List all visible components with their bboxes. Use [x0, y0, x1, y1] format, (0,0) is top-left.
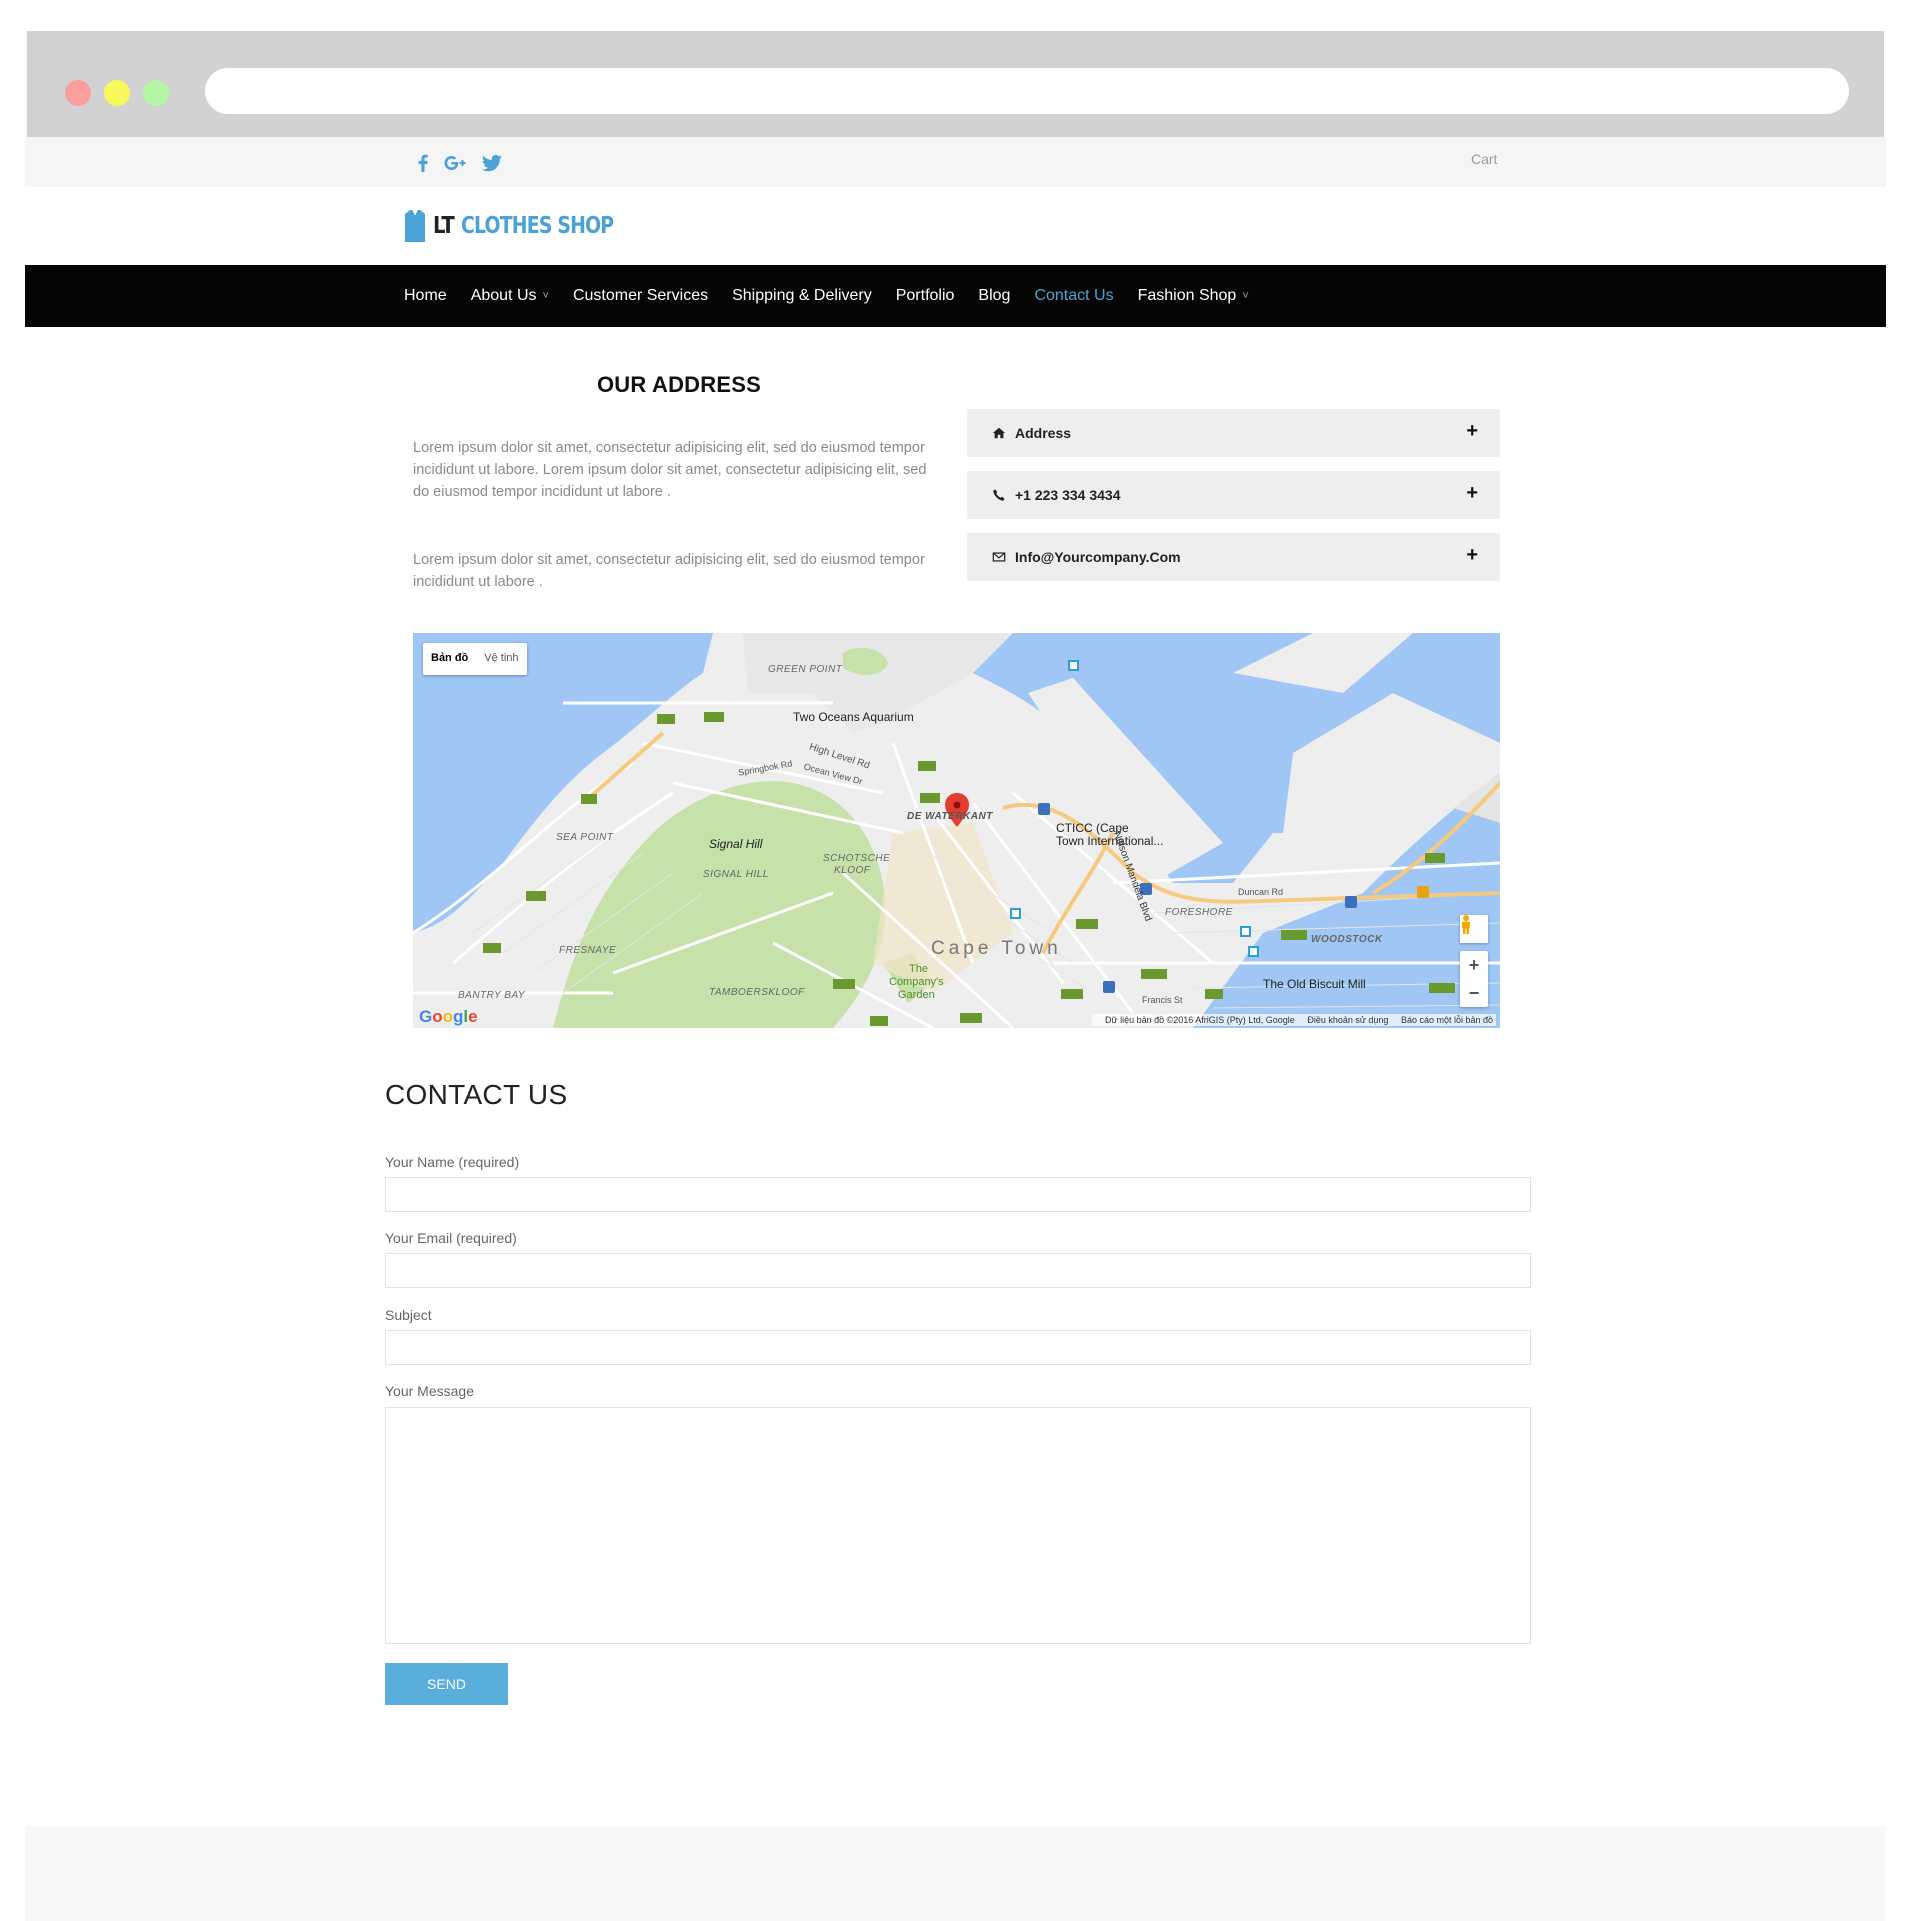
- map-zoom-control: + −: [1460, 951, 1488, 1007]
- nav-item-label: Portfolio: [895, 287, 955, 304]
- map-label: Company's: [889, 976, 944, 988]
- map-label: The: [909, 963, 928, 975]
- street-view-pegman-icon[interactable]: [1460, 915, 1488, 943]
- map-label: Signal Hill: [709, 837, 763, 851]
- message-label: Your Message: [385, 1383, 474, 1399]
- map-label: Garden: [898, 989, 935, 1001]
- chevron-down-icon: ˅: [542, 290, 549, 302]
- map-label: SIGNAL HILL: [703, 869, 769, 880]
- nav-item-label: Customer Services: [572, 287, 709, 304]
- map-label: WOODSTOCK: [1311, 934, 1383, 945]
- google-plus-icon[interactable]: [443, 151, 467, 175]
- nav-item-label: Shipping & Delivery: [732, 287, 872, 304]
- message-textarea[interactable]: [385, 1407, 1531, 1644]
- map-type-toggle: Bản đồ Vệ tinh: [423, 643, 527, 675]
- chevron-down-icon: ˅: [1242, 290, 1249, 302]
- site-logo[interactable]: LT CLOTHES SHOP: [403, 208, 646, 244]
- top-bar: Cart: [25, 137, 1886, 187]
- nav-item-label: About Us: [470, 287, 537, 304]
- map-label: FRESNAYE: [559, 945, 617, 956]
- email-label: Your Email (required): [385, 1230, 517, 1246]
- accordion-label: Address: [1015, 425, 1072, 441]
- main-nav: Home About Us ˅ Customer Services Shipping &…: [25, 265, 1886, 327]
- email-input[interactable]: [385, 1253, 1531, 1288]
- zoom-out-button[interactable]: −: [1460, 979, 1488, 1007]
- shirt-logo-icon: [405, 209, 425, 242]
- nav-item-shipping-delivery[interactable]: Shipping & Delivery: [732, 287, 872, 305]
- address-paragraph-2: Lorem ipsum dolor sit amet, consectetur …: [413, 552, 925, 590]
- map-label: KLOOF: [834, 865, 871, 876]
- address-title: OUR ADDRESS: [597, 372, 761, 397]
- nav-item-about-us[interactable]: About Us ˅: [471, 287, 549, 305]
- home-icon: [991, 425, 1007, 441]
- nav-item-blog[interactable]: Blog: [978, 287, 1010, 305]
- map-label: DE WATERKANT: [907, 811, 993, 822]
- map-type-map-button[interactable]: Bản đồ: [423, 643, 476, 675]
- google-logo[interactable]: Google: [419, 1007, 478, 1027]
- nav-item-customer-services[interactable]: Customer Services: [573, 287, 708, 305]
- zoom-in-button[interactable]: +: [1460, 951, 1488, 979]
- accordion-label: Info@Yourcompany.Com: [1015, 549, 1181, 565]
- map-label: Cape Town: [931, 938, 1062, 959]
- map-credits: Dữ liệu bản đồ ©2016 AfriGIS (Pty) Ltd, …: [1092, 1014, 1496, 1026]
- map-report-link[interactable]: Báo cáo một lỗi bản đồ: [1401, 1015, 1493, 1025]
- map-label: Two Oceans Aquarium: [793, 710, 914, 724]
- map-type-satellite-button[interactable]: Vệ tinh: [476, 643, 526, 675]
- accordion-label: +1 223 334 3434: [1015, 487, 1121, 503]
- name-input[interactable]: [385, 1177, 1531, 1212]
- map-label: Francis St: [1142, 995, 1183, 1005]
- accordion-email[interactable]: Info@Yourcompany.Com +: [967, 533, 1500, 581]
- logo-prefix: LT: [433, 213, 455, 239]
- address-paragraph-1: Lorem ipsum dolor sit amet, consectetur …: [413, 440, 927, 500]
- map-label: Duncan Rd: [1238, 887, 1284, 897]
- facebook-icon[interactable]: [411, 151, 435, 175]
- envelope-icon: [991, 549, 1007, 565]
- window-minimize-button[interactable]: [104, 80, 130, 106]
- send-button[interactable]: SEND: [385, 1663, 508, 1705]
- nav-item-label: Fashion Shop: [1137, 287, 1237, 304]
- map-label: TAMBOERSKLOOF: [709, 987, 805, 998]
- window-maximize-button[interactable]: [143, 80, 169, 106]
- map-label: BANTRY BAY: [458, 990, 526, 1001]
- nav-item-home[interactable]: Home: [404, 287, 447, 305]
- phone-icon: [991, 487, 1007, 503]
- accordion-phone[interactable]: +1 223 334 3434 +: [967, 471, 1500, 519]
- nav-list: Home About Us ˅ Customer Services Shipping &…: [404, 265, 1273, 327]
- logo-name: CLOTHES SHOP: [460, 213, 614, 239]
- contact-title: CONTACT US: [385, 1079, 568, 1110]
- nav-item-contact-us[interactable]: Contact Us: [1034, 287, 1113, 305]
- name-label: Your Name (required): [385, 1154, 520, 1170]
- map-terms-link[interactable]: Điều khoản sử dụng: [1307, 1015, 1388, 1025]
- nav-item-portfolio[interactable]: Portfolio: [896, 287, 955, 305]
- subject-label: Subject: [385, 1307, 432, 1323]
- map-label: SEA POINT: [556, 832, 614, 843]
- map-data-credit: Dữ liệu bản đồ ©2016 AfriGIS (Pty) Ltd, …: [1105, 1015, 1295, 1025]
- nav-item-fashion-shop[interactable]: Fashion Shop ˅: [1138, 287, 1249, 305]
- nav-item-label: Contact Us: [1034, 287, 1114, 304]
- map-label: The Old Biscuit Mill: [1263, 977, 1366, 991]
- google-map[interactable]: GREEN POINT Two Oceans Aquarium High Lev…: [413, 633, 1500, 1028]
- address-bar[interactable]: [205, 68, 1849, 114]
- expand-icon[interactable]: +: [1466, 544, 1478, 567]
- footer: [25, 1826, 1886, 1921]
- subject-input[interactable]: [385, 1330, 1531, 1365]
- page: Cart LT CLOTHES SHOP Home About Us ˅ Custom…: [25, 137, 1886, 1921]
- map-label: FORESHORE: [1165, 907, 1233, 918]
- accordion-address[interactable]: Address +: [967, 409, 1500, 457]
- browser-chrome: [27, 31, 1884, 137]
- expand-icon[interactable]: +: [1466, 420, 1478, 443]
- cart-link[interactable]: Cart: [1471, 151, 1497, 167]
- window-close-button[interactable]: [65, 80, 91, 106]
- map-label: GREEN POINT: [768, 664, 843, 675]
- map-canvas: [413, 633, 1500, 1028]
- twitter-icon[interactable]: [480, 151, 504, 175]
- nav-item-label: Home: [404, 287, 447, 304]
- map-label: SCHOTSCHE: [823, 853, 891, 864]
- expand-icon[interactable]: +: [1466, 482, 1478, 505]
- nav-item-label: Blog: [978, 287, 1011, 304]
- map-label: Town International...: [1056, 834, 1164, 848]
